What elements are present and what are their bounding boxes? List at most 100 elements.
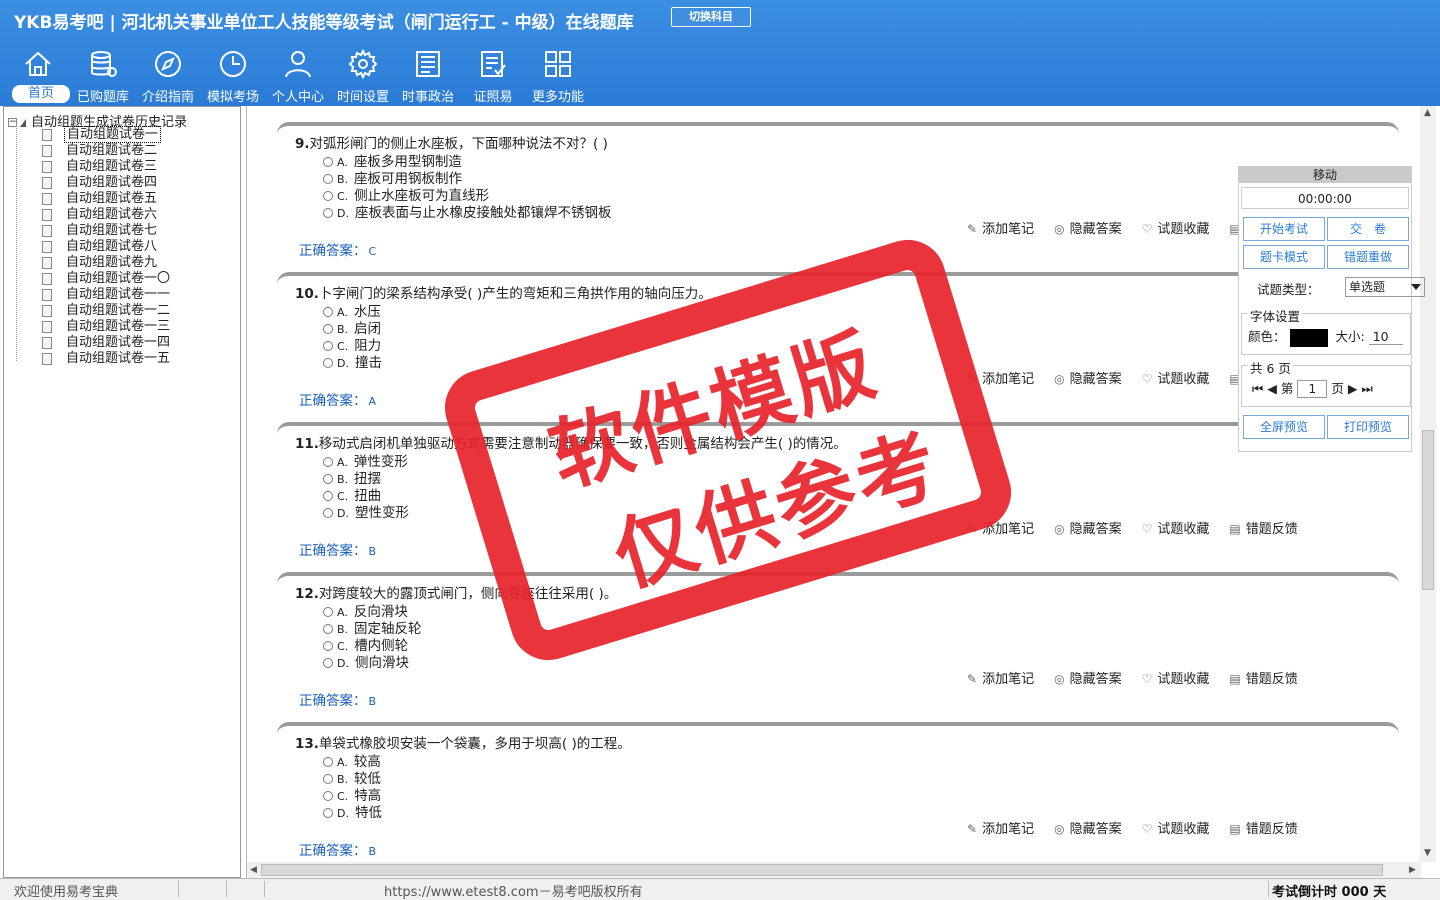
answer-option[interactable]: D. 侧向滑块 — [323, 651, 409, 671]
tree-item[interactable]: 自动组题试卷三 — [42, 159, 172, 175]
switch-subject-button[interactable]: 切换科目 — [671, 7, 751, 27]
favorite-button[interactable]: ♡ 试题收藏 — [1142, 822, 1220, 837]
tree-item[interactable]: 自动组题试卷六 — [42, 207, 172, 223]
panel-drag-handle[interactable]: 移动 — [1239, 167, 1411, 183]
favorite-button[interactable]: ♡ 试题收藏 — [1142, 372, 1220, 387]
submit-button[interactable]: 交 卷 — [1327, 217, 1409, 241]
nav-purchased[interactable]: 已购题库 — [71, 48, 135, 106]
option-text: 撞击 — [354, 355, 382, 371]
radio-button[interactable] — [323, 658, 333, 668]
tree-item[interactable]: 自动组题试卷八 — [42, 239, 172, 255]
horizontal-scrollbar[interactable]: ◀ ▶ — [247, 862, 1421, 878]
answer-value: B — [368, 845, 377, 858]
nav-mock-exam[interactable]: 模拟考场 — [201, 48, 265, 106]
radio-button[interactable] — [323, 358, 333, 368]
radio-button[interactable] — [323, 791, 333, 801]
scroll-left-icon[interactable]: ◀ — [250, 865, 257, 875]
page-input[interactable]: 1 — [1297, 380, 1328, 398]
hide-answer-button[interactable]: ◎ 隐藏答案 — [1054, 222, 1132, 237]
tree-item[interactable]: 自动组题试卷九 — [42, 255, 172, 271]
nav-guide[interactable]: 介绍指南 — [136, 48, 200, 106]
answer-option[interactable]: D. 座板表面与止水橡皮接触处都镶焊不锈钢板 — [323, 201, 611, 221]
radio-button[interactable] — [323, 307, 333, 317]
last-page-icon[interactable]: ⏭ — [1361, 381, 1372, 396]
nav-time-settings[interactable]: 时间设置 — [331, 48, 395, 106]
tree-item[interactable]: 自动组题试卷一〇 — [42, 271, 172, 287]
print-preview-button[interactable]: 打印预览 — [1327, 415, 1409, 439]
scroll-down-icon[interactable]: ▼ — [1424, 848, 1431, 858]
answer-option[interactable]: D. 塑性变形 — [323, 501, 409, 521]
start-exam-button[interactable]: 开始考试 — [1243, 217, 1325, 241]
answer-option[interactable]: D. 特低 — [323, 801, 382, 821]
favorite-button[interactable]: ♡ 试题收藏 — [1142, 222, 1220, 237]
tree-item[interactable]: 自动组题试卷一二 — [42, 303, 172, 319]
hide-answer-button[interactable]: ◎ 隐藏答案 — [1054, 522, 1132, 537]
nav-profile[interactable]: 个人中心 — [266, 48, 330, 106]
radio-button[interactable] — [323, 774, 333, 784]
radio-button[interactable] — [323, 491, 333, 501]
home-icon — [25, 51, 51, 76]
document-icon — [42, 209, 52, 221]
tree-item[interactable]: 自动组题试卷一四 — [42, 335, 172, 351]
tree-root[interactable]: − 自动组题生成试卷历史记录 — [8, 111, 187, 130]
tree-item[interactable]: 自动组题试卷七 — [42, 223, 172, 239]
radio-button[interactable] — [323, 808, 333, 818]
favorite-button[interactable]: ♡ 试题收藏 — [1142, 672, 1220, 687]
tree-item[interactable]: 自动组题试卷一三 — [42, 319, 172, 335]
document-icon — [42, 257, 52, 269]
card-mode-button[interactable]: 题卡模式 — [1243, 245, 1325, 269]
heart-icon: ♡ — [1141, 522, 1153, 536]
question-card: 13.单袋式橡胶坝安装一个袋囊，多用于坝高( )的工程。 A. 较高 B. 较低 C. 特高… — [277, 722, 1399, 859]
add-note-button[interactable]: ✎ 添加笔记 — [967, 222, 1044, 237]
redo-wrong-button[interactable]: 错题重做 — [1327, 245, 1409, 269]
radio-button[interactable] — [323, 457, 333, 467]
scroll-right-icon[interactable]: ▶ — [1409, 865, 1416, 875]
nav-current-affairs[interactable]: 时事政治 — [396, 48, 460, 106]
scroll-up-icon[interactable]: ▲ — [1424, 108, 1431, 118]
report-error-button[interactable]: ▤错题反馈 — [1229, 822, 1307, 837]
color-swatch[interactable] — [1289, 328, 1328, 347]
answer-option[interactable]: D. 撞击 — [323, 351, 382, 371]
radio-button[interactable] — [323, 757, 333, 767]
horizontal-scroll-thumb[interactable] — [261, 864, 1383, 876]
nav-certificate[interactable]: 证照易 — [461, 48, 525, 106]
font-size-input[interactable]: 10 — [1368, 329, 1403, 345]
radio-button[interactable] — [323, 607, 333, 617]
add-note-button[interactable]: ✎ 添加笔记 — [967, 672, 1044, 687]
vertical-scroll-thumb[interactable] — [1422, 430, 1434, 590]
hide-answer-button[interactable]: ◎ 隐藏答案 — [1054, 822, 1132, 837]
report-error-button[interactable]: ▤错题反馈 — [1229, 522, 1307, 537]
radio-button[interactable] — [323, 341, 333, 351]
radio-button[interactable] — [323, 174, 333, 184]
nav-more[interactable]: 更多功能 — [526, 48, 590, 106]
tree-item[interactable]: 自动组题试卷一五 — [42, 351, 172, 367]
radio-button[interactable] — [323, 508, 333, 518]
top-bar: YKB易考吧 | 河北机关事业单位工人技能等级考试（闸门运行工 - 中级）在线题库 … — [0, 0, 1440, 106]
hide-answer-button[interactable]: ◎ 隐藏答案 — [1054, 672, 1132, 687]
question-type-select[interactable]: 单选题 — [1345, 277, 1425, 297]
hide-answer-button[interactable]: ◎ 隐藏答案 — [1054, 372, 1132, 387]
first-page-icon[interactable]: ⏮ — [1252, 381, 1263, 396]
status-divider — [178, 881, 179, 897]
radio-button[interactable] — [323, 324, 333, 334]
favorite-button[interactable]: ♡ 试题收藏 — [1142, 522, 1220, 537]
add-note-button[interactable]: ✎ 添加笔记 — [967, 822, 1044, 837]
radio-button[interactable] — [323, 474, 333, 484]
radio-button[interactable] — [323, 157, 333, 167]
tree-item[interactable]: 自动组题试卷四 — [42, 175, 172, 191]
report-error-button[interactable]: ▤错题反馈 — [1229, 672, 1307, 687]
nav-home[interactable]: 首页 — [6, 48, 70, 106]
radio-button[interactable] — [323, 641, 333, 651]
tree-item[interactable]: 自动组题试卷二 — [42, 143, 172, 159]
tree-item[interactable]: 自动组题试卷一一 — [42, 287, 172, 303]
fullscreen-preview-button[interactable]: 全屏预览 — [1243, 415, 1325, 439]
next-page-icon[interactable]: ▶ — [1348, 381, 1358, 396]
radio-button[interactable] — [323, 624, 333, 634]
radio-button[interactable] — [323, 208, 333, 218]
prev-page-icon[interactable]: ◀ — [1267, 381, 1277, 396]
radio-button[interactable] — [323, 191, 333, 201]
app-title: YKB易考吧 | 河北机关事业单位工人技能等级考试（闸门运行工 - 中级）在线题库 — [14, 13, 634, 33]
tree-item[interactable]: 自动组题试卷一 — [42, 126, 172, 143]
vertical-scrollbar[interactable]: ▲ ▼ — [1420, 106, 1436, 862]
tree-item[interactable]: 自动组题试卷五 — [42, 191, 172, 207]
